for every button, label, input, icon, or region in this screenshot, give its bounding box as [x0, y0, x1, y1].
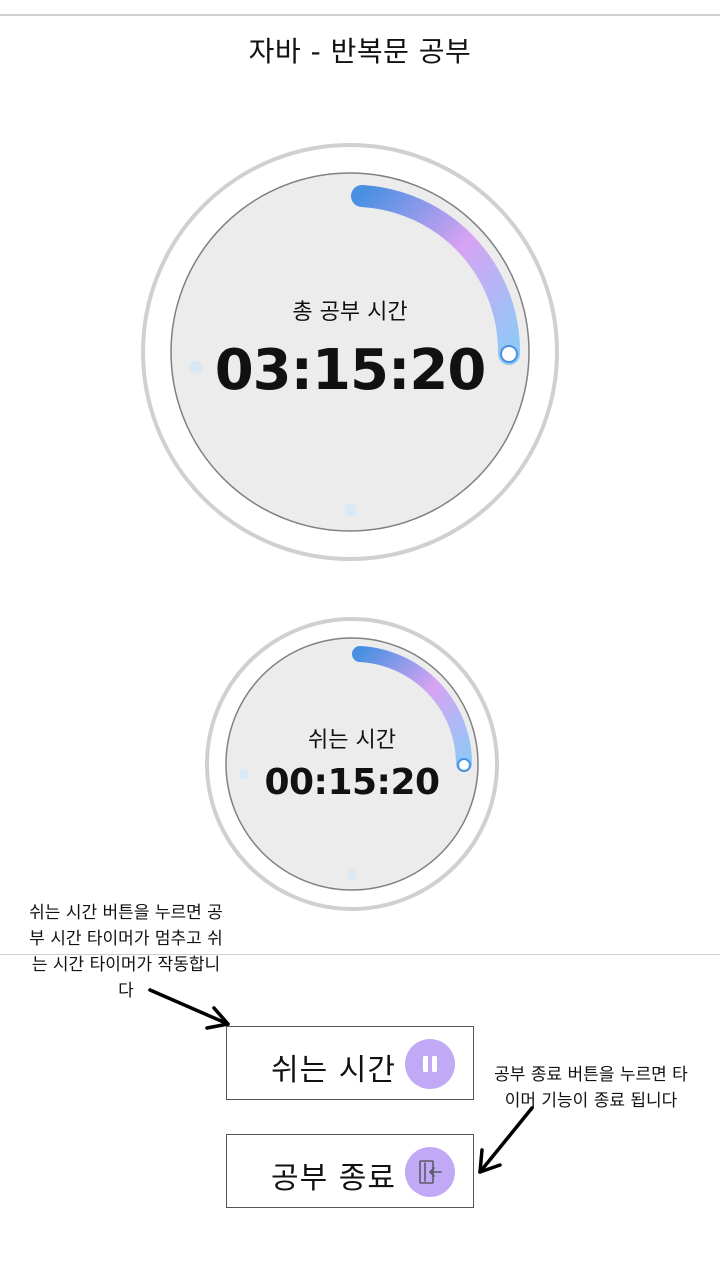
arrow-to-rest-button: [148, 988, 230, 1026]
end-study-button-label: 공부 종료: [271, 1161, 396, 1196]
arrow-to-end-button: [478, 1106, 534, 1174]
rest-button-label: 쉬는 시간: [271, 1053, 396, 1088]
pause-icon: [405, 1039, 455, 1089]
exit-door-icon: [405, 1147, 455, 1197]
end-study-button[interactable]: 공부 종료: [226, 1134, 474, 1208]
rest-button[interactable]: 쉬는 시간: [226, 1026, 474, 1100]
